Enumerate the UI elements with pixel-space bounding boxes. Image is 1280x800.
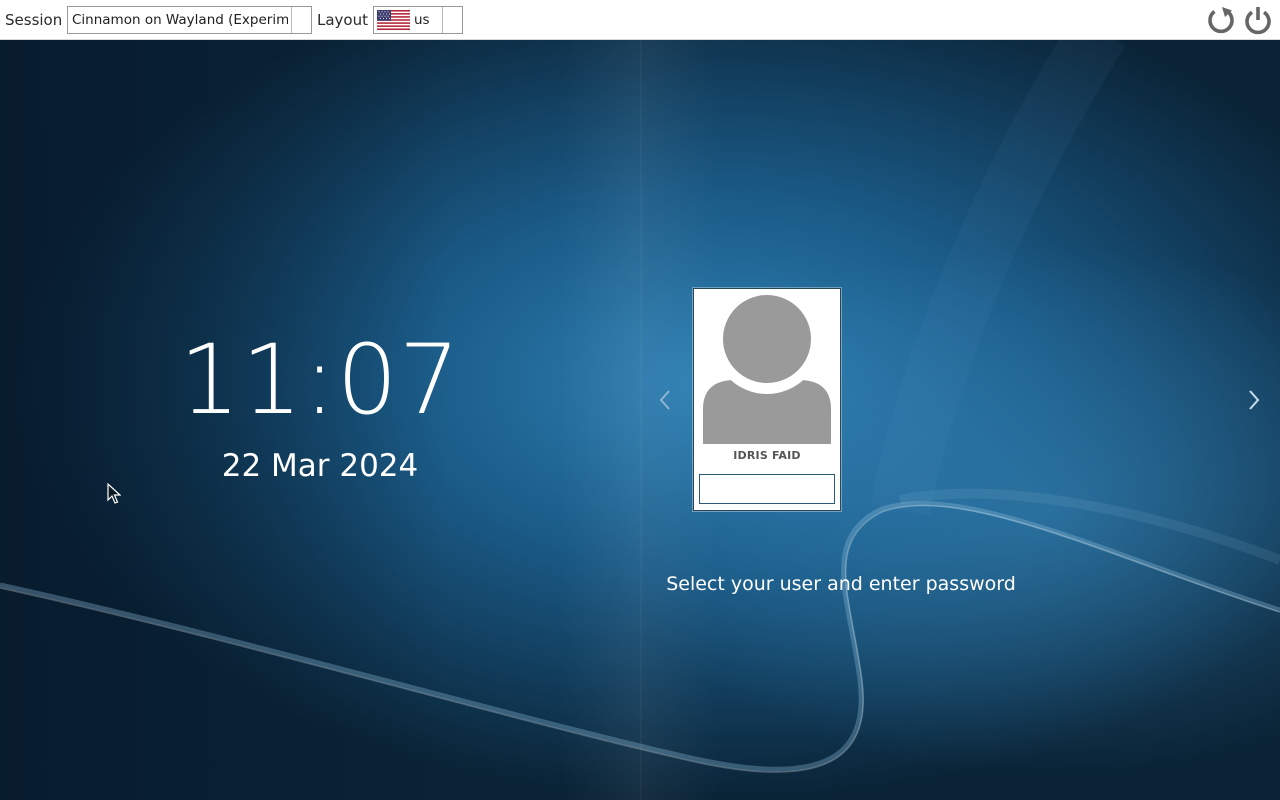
layout-label: Layout [317, 11, 368, 29]
session-select[interactable]: Cinnamon on Wayland (Experime [67, 6, 312, 34]
layout-select[interactable]: us [373, 6, 463, 34]
layout-select-value: us [414, 12, 430, 28]
layout-dropdown-button[interactable] [442, 7, 462, 33]
session-select-value: Cinnamon on Wayland (Experime [72, 12, 288, 28]
clock-time: 11:07 [179, 324, 461, 436]
user-avatar-icon [703, 294, 831, 444]
session-dropdown-button[interactable] [291, 7, 311, 33]
top-bar: Session Cinnamon on Wayland (Experime La… [0, 0, 1280, 40]
user-name: IDRIS FAID [733, 449, 801, 462]
login-prompt: Select your user and enter password [666, 573, 1016, 595]
session-label: Session [5, 11, 63, 29]
power-icon[interactable] [1242, 4, 1274, 36]
us-flag-icon [377, 10, 410, 30]
user-card[interactable]: IDRIS FAID [693, 288, 841, 511]
restart-icon[interactable] [1205, 4, 1237, 36]
chevron-right-icon[interactable] [1241, 388, 1265, 412]
clock-date: 22 Mar 2024 [221, 448, 419, 484]
chevron-left-icon[interactable] [654, 388, 678, 412]
mouse-cursor-icon [107, 483, 121, 504]
password-field[interactable] [699, 474, 835, 504]
